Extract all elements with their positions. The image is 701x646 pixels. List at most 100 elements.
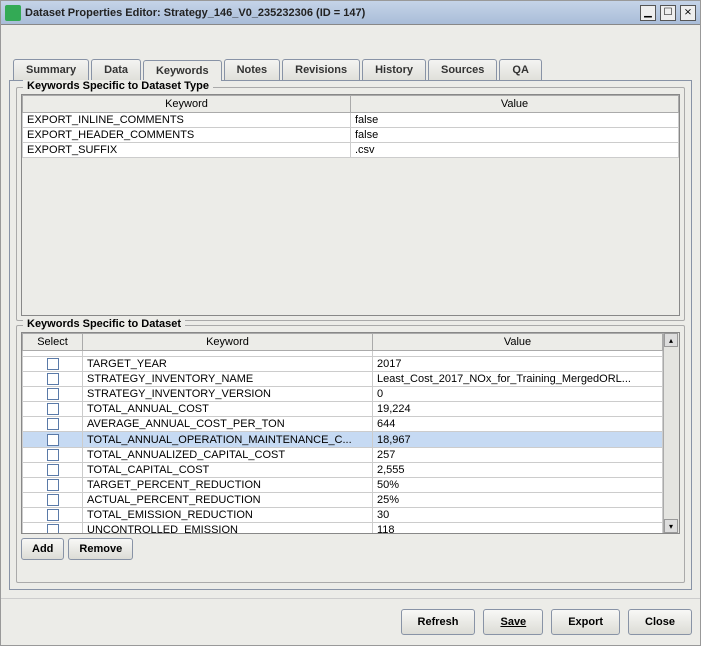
- select-cell[interactable]: [23, 447, 83, 462]
- select-cell[interactable]: [23, 417, 83, 432]
- group-dataset-keywords: Keywords Specific to Dataset Select Keyw…: [16, 325, 685, 583]
- cell-keyword: EXPORT_SUFFIX: [23, 143, 351, 158]
- remove-button[interactable]: Remove: [68, 538, 133, 560]
- table-row[interactable]: ACTUAL_PERCENT_REDUCTION25%: [23, 492, 663, 507]
- tab-revisions[interactable]: Revisions: [282, 59, 360, 80]
- cell-value: 18,967: [373, 432, 663, 447]
- app-icon: [5, 5, 21, 21]
- table-row[interactable]: TOTAL_EMISSION_REDUCTION30: [23, 507, 663, 522]
- table-row[interactable]: EXPORT_HEADER_COMMENTS false: [23, 128, 679, 143]
- select-cell[interactable]: [23, 507, 83, 522]
- group-legend: Keywords Specific to Dataset Type: [23, 80, 213, 92]
- cell-keyword: TOTAL_ANNUAL_COST: [83, 402, 373, 417]
- table-row[interactable]: TOTAL_CAPITAL_COST2,555: [23, 462, 663, 477]
- select-cell[interactable]: [23, 462, 83, 477]
- cell-keyword: TOTAL_ANNUAL_OPERATION_MAINTENANCE_C...: [83, 432, 373, 447]
- select-cell[interactable]: [23, 357, 83, 372]
- cell-keyword: STRATEGY_INVENTORY_NAME: [83, 372, 373, 387]
- add-button[interactable]: Add: [21, 538, 64, 560]
- table-row[interactable]: AVERAGE_ANNUAL_COST_PER_TON644: [23, 417, 663, 432]
- select-cell[interactable]: [23, 477, 83, 492]
- select-cell[interactable]: [23, 372, 83, 387]
- tab-notes[interactable]: Notes: [224, 59, 281, 80]
- table-row[interactable]: TARGET_YEAR2017: [23, 357, 663, 372]
- cell-value: 644: [373, 417, 663, 432]
- tab-qa[interactable]: QA: [499, 59, 542, 80]
- type-keywords-table: Keyword Value EXPORT_INLINE_COMMENTS fal…: [22, 95, 679, 158]
- cell-keyword: ACTUAL_PERCENT_REDUCTION: [83, 492, 373, 507]
- table-row[interactable]: UNCONTROLLED_EMISSION118: [23, 523, 663, 533]
- vertical-scrollbar[interactable]: ▴ ▾: [663, 333, 679, 533]
- col-header-select[interactable]: Select: [23, 334, 83, 351]
- scroll-down-icon[interactable]: ▾: [664, 519, 678, 533]
- checkbox-icon[interactable]: [47, 418, 59, 430]
- cell-value: .csv: [351, 143, 679, 158]
- col-header-keyword[interactable]: Keyword: [23, 96, 351, 113]
- type-keywords-table-wrap: Keyword Value EXPORT_INLINE_COMMENTS fal…: [21, 94, 680, 316]
- checkbox-icon[interactable]: [47, 494, 59, 506]
- refresh-button[interactable]: Refresh: [401, 609, 476, 635]
- checkbox-icon[interactable]: [47, 388, 59, 400]
- cell-keyword: EXPORT_HEADER_COMMENTS: [23, 128, 351, 143]
- scroll-up-icon[interactable]: ▴: [664, 333, 678, 347]
- checkbox-icon[interactable]: [47, 524, 59, 533]
- select-cell[interactable]: [23, 387, 83, 402]
- select-cell[interactable]: [23, 492, 83, 507]
- select-cell[interactable]: [23, 432, 83, 447]
- cell-value: false: [351, 113, 679, 128]
- group-legend: Keywords Specific to Dataset: [23, 318, 185, 330]
- cell-value: Least_Cost_2017_NOx_for_Training_MergedO…: [373, 372, 663, 387]
- cell-value: 257: [373, 447, 663, 462]
- table-row[interactable]: STRATEGY_INVENTORY_NAMELeast_Cost_2017_N…: [23, 372, 663, 387]
- dataset-keywords-table-wrap: Select Keyword Value TARGET_YEAR2017STRA…: [21, 332, 680, 534]
- table-row[interactable]: TOTAL_ANNUAL_COST19,224: [23, 402, 663, 417]
- table-row[interactable]: STRATEGY_INVENTORY_VERSION0: [23, 387, 663, 402]
- close-icon[interactable]: ⨯: [680, 5, 696, 21]
- tab-panel-keywords: Keywords Specific to Dataset Type Keywor…: [9, 80, 692, 590]
- cell-value: 50%: [373, 477, 663, 492]
- table-row[interactable]: TOTAL_ANNUALIZED_CAPITAL_COST257: [23, 447, 663, 462]
- tab-keywords[interactable]: Keywords: [143, 60, 222, 81]
- tab-data[interactable]: Data: [91, 59, 141, 80]
- table-row[interactable]: EXPORT_INLINE_COMMENTS false: [23, 113, 679, 128]
- table-row[interactable]: TARGET_PERCENT_REDUCTION50%: [23, 477, 663, 492]
- save-button[interactable]: Save: [483, 609, 543, 635]
- window-title: Dataset Properties Editor: Strategy_146_…: [25, 7, 636, 19]
- export-button[interactable]: Export: [551, 609, 620, 635]
- checkbox-icon[interactable]: [47, 479, 59, 491]
- cell-keyword: TARGET_PERCENT_REDUCTION: [83, 477, 373, 492]
- cell-keyword: TARGET_YEAR: [83, 357, 373, 372]
- cell-value: false: [351, 128, 679, 143]
- checkbox-icon[interactable]: [47, 403, 59, 415]
- dataset-keywords-table: Select Keyword Value TARGET_YEAR2017STRA…: [22, 333, 663, 533]
- content-area: Summary Data Keywords Notes Revisions Hi…: [1, 25, 700, 598]
- cell-value: 25%: [373, 492, 663, 507]
- checkbox-icon[interactable]: [47, 449, 59, 461]
- cell-value: 19,224: [373, 402, 663, 417]
- col-header-value[interactable]: Value: [373, 334, 663, 351]
- close-button[interactable]: Close: [628, 609, 692, 635]
- cell-value: 118: [373, 523, 663, 533]
- tab-summary[interactable]: Summary: [13, 59, 89, 80]
- select-cell[interactable]: [23, 402, 83, 417]
- cell-keyword: STRATEGY_INVENTORY_VERSION: [83, 387, 373, 402]
- cell-keyword: TOTAL_ANNUALIZED_CAPITAL_COST: [83, 447, 373, 462]
- checkbox-icon[interactable]: [47, 373, 59, 385]
- cell-value: 0: [373, 387, 663, 402]
- table-row[interactable]: TOTAL_ANNUAL_OPERATION_MAINTENANCE_C...1…: [23, 432, 663, 447]
- checkbox-icon[interactable]: [47, 509, 59, 521]
- minimize-icon[interactable]: ▁: [640, 5, 656, 21]
- footer-buttons: Refresh Save Export Close: [1, 598, 700, 645]
- checkbox-icon[interactable]: [47, 358, 59, 370]
- cell-keyword: UNCONTROLLED_EMISSION: [83, 523, 373, 533]
- group-dataset-type-keywords: Keywords Specific to Dataset Type Keywor…: [16, 87, 685, 321]
- checkbox-icon[interactable]: [47, 434, 59, 446]
- tab-history[interactable]: History: [362, 59, 426, 80]
- tab-sources[interactable]: Sources: [428, 59, 497, 80]
- checkbox-icon[interactable]: [47, 464, 59, 476]
- select-cell[interactable]: [23, 523, 83, 533]
- table-row[interactable]: EXPORT_SUFFIX .csv: [23, 143, 679, 158]
- col-header-value[interactable]: Value: [351, 96, 679, 113]
- col-header-keyword[interactable]: Keyword: [83, 334, 373, 351]
- maximize-icon[interactable]: ☐: [660, 5, 676, 21]
